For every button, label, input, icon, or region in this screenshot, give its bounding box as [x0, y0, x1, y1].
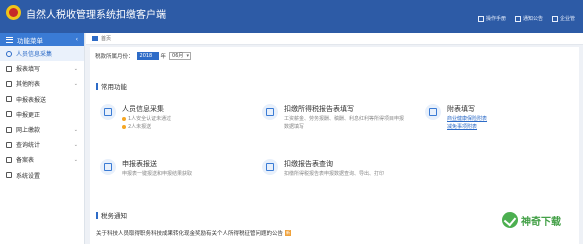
section-title-common: 常用功能	[96, 81, 127, 91]
health-insurance-link[interactable]: 商业健康保险附表	[447, 115, 487, 122]
section-title-tax-notice: 税务通知	[96, 210, 127, 220]
app-header: 自然人税收管理系统扣缴客户端 操作手册 通知公告 企业管	[0, 0, 583, 33]
sidebar-item-label: 查询统计	[16, 142, 41, 150]
company-label: 企业管	[560, 16, 576, 22]
func-title: 扣缴报告表查询	[284, 160, 333, 168]
watermark-text: 神奇下载	[521, 216, 561, 228]
period-selector: 税款所属月份： 2018 年 06月	[95, 52, 192, 60]
chevron-down-icon: ⌄	[73, 156, 78, 163]
func-withholding-report[interactable]: 扣缴所得税报告表填写 工资薪金、劳务报酬、稿酬、利息红利等所得项目申报 数据填写	[262, 104, 432, 144]
warning-dot-icon	[122, 116, 126, 121]
sidebar-item-label: 报表填写	[16, 66, 41, 74]
breadcrumb: 首页	[86, 33, 583, 45]
correct-icon	[6, 111, 12, 118]
record-icon	[6, 156, 12, 163]
notice-button[interactable]: 通知公告	[515, 15, 543, 22]
sidebar-item-correction[interactable]: 申报更正	[0, 107, 84, 122]
app-title: 自然人税收管理系统扣缴客户端	[26, 10, 166, 21]
sidebar-header: 功能菜单 ‹	[0, 33, 84, 46]
company-icon	[552, 15, 558, 22]
notice-item[interactable]: 关于科技人员取得职务科技成果转化现金奖励有关个人所得税征管问题的公告 新	[96, 229, 292, 237]
func-status-line: 1人安全认证未通过	[122, 115, 171, 122]
year-input[interactable]: 2018	[136, 52, 159, 60]
func-personnel[interactable]: 人员信息采集 1人安全认证未通过 2人未报送	[100, 104, 250, 144]
notice-text: 关于科技人员取得职务科技成果转化现金奖励有关个人所得税征管问题的公告	[96, 231, 284, 237]
func-title: 附表填写	[447, 105, 475, 113]
breadcrumb-home[interactable]: 首页	[101, 35, 111, 42]
exemption-link[interactable]: 减免事项附表	[447, 123, 477, 130]
sidebar-title: 功能菜单	[17, 36, 43, 45]
sidebar-item-report-fill[interactable]: 报表填写 ⌄	[0, 61, 84, 76]
report-edit-icon	[262, 104, 278, 120]
send-icon	[100, 159, 116, 175]
func-submit[interactable]: 申报表报送 申报表一键报送和申报结果获取	[100, 159, 250, 189]
pen-icon	[425, 104, 441, 120]
period-label: 税款所属月份：	[95, 54, 134, 60]
sidebar-item-records[interactable]: 备案表 ⌄	[0, 152, 84, 167]
chevron-down-icon: ⌄	[73, 80, 78, 87]
sidebar-item-payment[interactable]: 网上缴款 ⌄	[0, 122, 84, 137]
company-button[interactable]: 企业管	[552, 15, 575, 22]
sidebar-item-stats[interactable]: 查询统计 ⌄	[0, 137, 84, 152]
manual-icon	[478, 15, 484, 22]
func-desc: 工资薪金、劳务报酬、稿酬、利息红利等所得项目申报	[284, 116, 405, 122]
func-desc: 数据填写	[284, 124, 305, 130]
func-title: 人员信息采集	[122, 105, 164, 113]
sidebar-item-label: 系统设置	[16, 172, 41, 180]
settings-icon	[6, 172, 12, 179]
notice-label: 通知公告	[523, 16, 544, 22]
watermark: 神奇下载	[502, 212, 561, 228]
person-icon	[6, 50, 12, 57]
sidebar-item-label: 人员信息采集	[16, 51, 53, 59]
payment-icon	[6, 126, 12, 133]
manual-button[interactable]: 操作手册	[478, 15, 506, 22]
new-badge: 新	[285, 230, 292, 236]
chevron-down-icon: ⌄	[73, 65, 78, 72]
func-status-line: 2人未报送	[122, 123, 151, 130]
sidebar-item-submit[interactable]: 申报表报送	[0, 92, 84, 107]
sidebar: 功能菜单 ‹ 人员信息采集 报表填写 ⌄ 其他附表 ⌄ 申报表报送 申报更正 网…	[0, 33, 85, 244]
tax-emblem-logo	[6, 5, 21, 20]
sidebar-item-label: 其他附表	[16, 81, 41, 89]
func-desc: 申报表一键报送和申报结果获取	[122, 171, 193, 177]
func-desc: 扣缴所得税报告表申报数据查询、导出、打印	[284, 171, 385, 177]
sidebar-item-label: 申报更正	[16, 111, 41, 119]
stats-icon	[6, 141, 12, 148]
sidebar-item-label: 网上缴款	[16, 127, 41, 135]
sidebar-item-other-attachments[interactable]: 其他附表 ⌄	[0, 76, 84, 91]
chevron-down-icon: ⌄	[73, 126, 78, 133]
month-select[interactable]: 06月	[169, 52, 192, 60]
chevron-down-icon: ⌄	[73, 141, 78, 148]
menu-icon	[6, 36, 13, 43]
submit-icon	[6, 96, 12, 103]
watermark-logo-icon	[502, 212, 518, 228]
sidebar-item-settings[interactable]: 系统设置	[0, 168, 84, 183]
form-icon	[6, 65, 12, 72]
func-title: 申报表报送	[122, 160, 157, 168]
sidebar-item-label: 备案表	[16, 157, 35, 165]
manual-label: 操作手册	[486, 16, 507, 22]
func-report-query[interactable]: 扣缴报告表查询 扣缴所得税报告表申报数据查询、导出、打印	[262, 159, 432, 189]
person-card-icon	[100, 104, 116, 120]
func-attached-tables[interactable]: 附表填写 商业健康保险附表 减免事项附表	[425, 104, 525, 144]
notice-icon	[515, 15, 521, 22]
sidebar-item-label: 申报表报送	[16, 96, 47, 104]
sidebar-item-personnel[interactable]: 人员信息采集	[0, 46, 84, 62]
attachment-icon	[6, 80, 12, 87]
year-suffix: 年	[160, 54, 167, 60]
func-title: 扣缴所得税报告表填写	[284, 105, 354, 113]
collapse-toggle-icon[interactable]: ‹	[76, 36, 78, 43]
warning-dot-icon	[122, 124, 126, 129]
search-icon	[262, 159, 278, 175]
home-icon	[92, 36, 98, 41]
